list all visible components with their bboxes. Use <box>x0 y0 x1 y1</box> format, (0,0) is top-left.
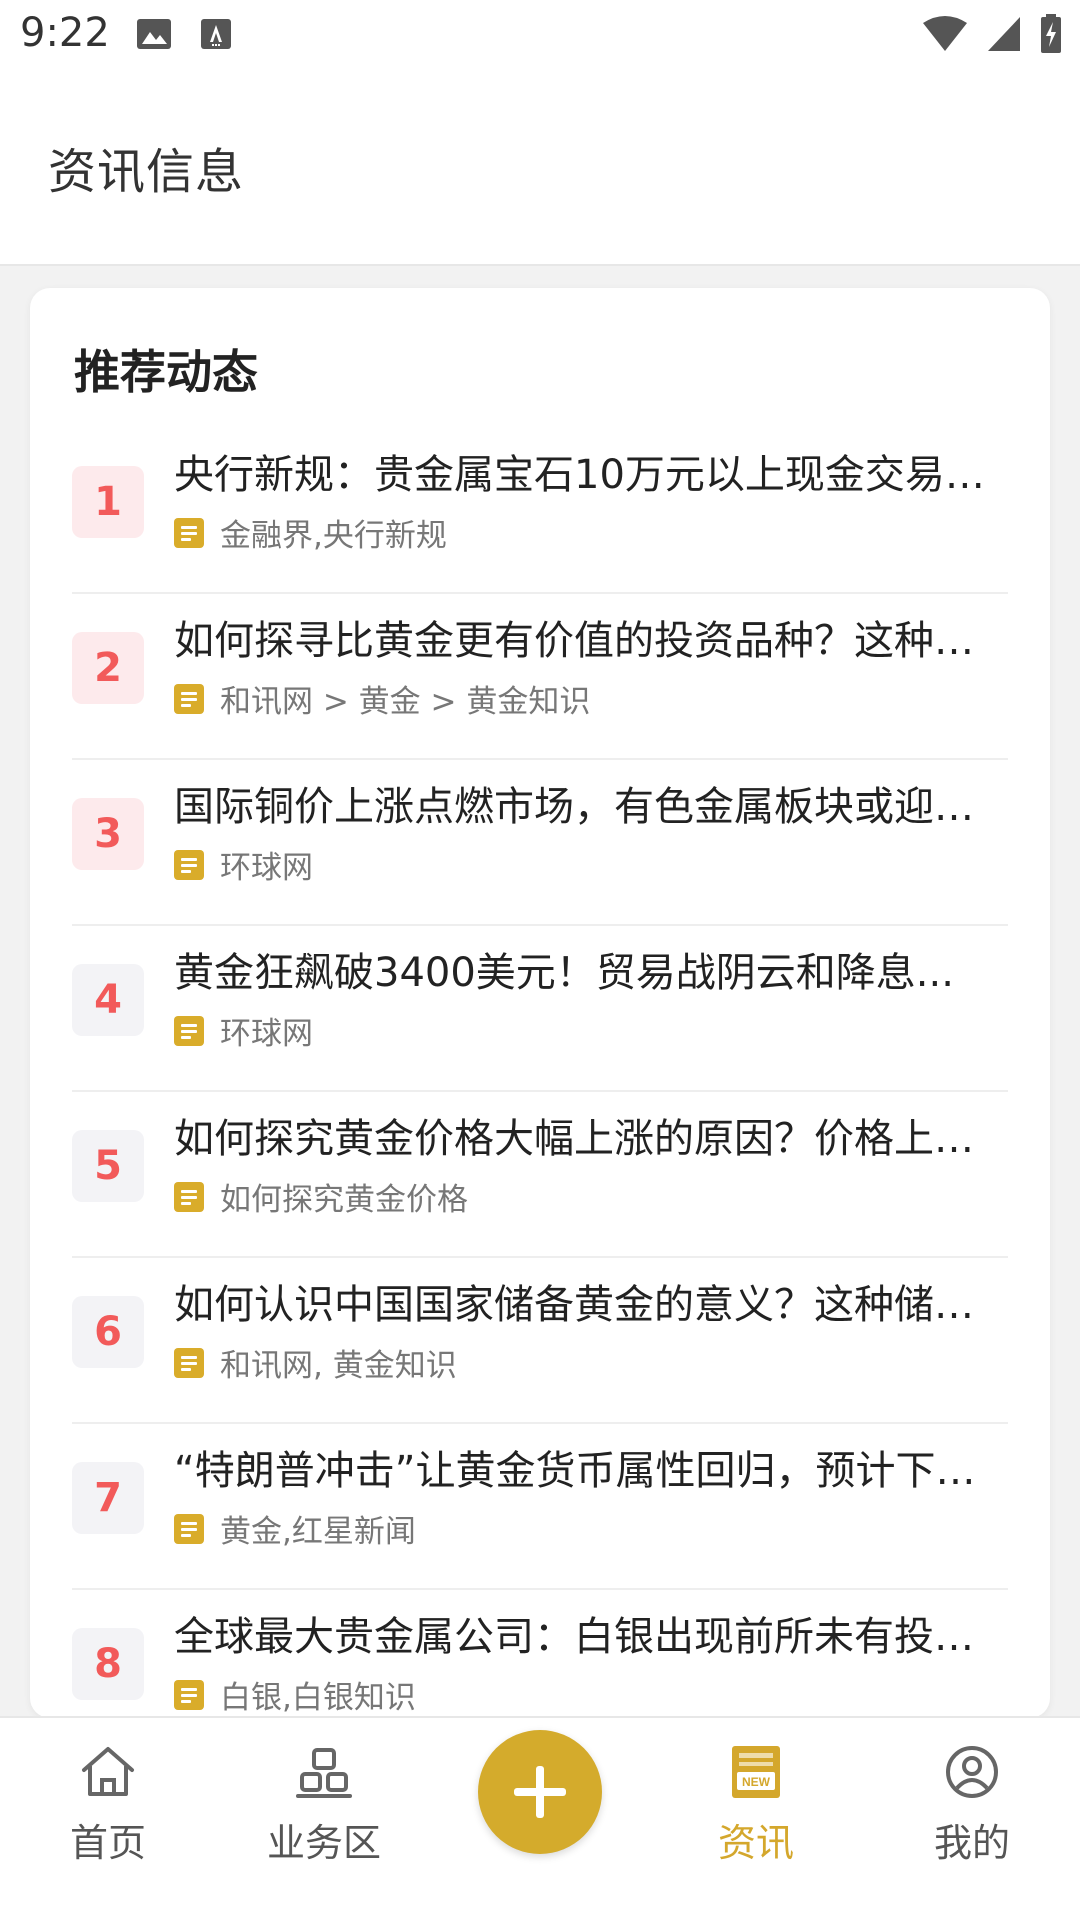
news-meta: 环球网 <box>174 842 313 887</box>
rank-badge: 4 <box>72 964 144 1036</box>
rank-badge: 2 <box>72 632 144 704</box>
user-icon <box>946 1746 998 1798</box>
tab-mine[interactable]: 我的 <box>892 1744 1052 1894</box>
news-item[interactable]: 1 央行新规：贵金属宝石10万元以上现金交易需登记金融界,央行新规 <box>72 428 1008 594</box>
tab-home[interactable]: 首页 <box>28 1744 188 1894</box>
app-header: 资讯信息 <box>0 72 1080 266</box>
bottom-tabbar: 首页 业务区 NEW 资讯 我的 <box>0 1716 1080 1922</box>
tab-business-label: 业务区 <box>266 1821 381 1865</box>
document-icon <box>174 1513 204 1544</box>
news-source: 和讯网, 黄金知识 <box>220 1348 457 1384</box>
news-item[interactable]: 5 如何探究黄金价格大幅上涨的原因？价格上涨对市场有何影响如何探究黄金价格 <box>72 1092 1008 1258</box>
page-title: 资讯信息 <box>48 144 245 200</box>
document-icon <box>174 1015 204 1046</box>
business-icon <box>296 1748 352 1798</box>
tab-home-label: 首页 <box>69 1821 146 1865</box>
tab-business[interactable]: 业务区 <box>244 1744 404 1894</box>
document-icon <box>174 849 204 880</box>
news-source: 金融界,央行新规 <box>220 518 447 554</box>
news-source: 白银,白银知识 <box>220 1680 416 1716</box>
news-meta: 如何探究黄金价格 <box>174 1174 468 1219</box>
rank-badge: 1 <box>72 466 144 538</box>
status-bar: 9:22 <box>0 0 1080 72</box>
news-meta: 和讯网 > 黄金 > 黄金知识 <box>174 676 590 721</box>
section-title: 推荐动态 <box>74 345 258 399</box>
rank-badge: 3 <box>72 798 144 870</box>
news-meta: 和讯网, 黄金知识 <box>174 1340 457 1385</box>
tab-news[interactable]: NEW 资讯 <box>676 1744 836 1894</box>
news-item[interactable]: 2 如何探寻比黄金更有价值的投资品种？这种探寻有哪些方法？ 和讯网 > 黄金 > 黄… <box>72 594 1008 760</box>
news-source: 和讯网 > 黄金 > 黄金知识 <box>220 684 591 720</box>
battery-icon <box>1041 14 1061 53</box>
rank-badge: 8 <box>72 1628 144 1700</box>
news-meta: 黄金,红星新闻 <box>174 1506 416 1551</box>
rank-badge: 5 <box>72 1130 144 1202</box>
wifi-icon <box>923 16 967 51</box>
home-icon <box>82 1747 134 1796</box>
news-meta: 金融界,央行新规 <box>174 510 447 555</box>
news-icon: NEW <box>732 1746 780 1798</box>
plus-icon <box>514 1766 566 1818</box>
news-source: 环球网 <box>220 850 313 886</box>
rank-badge: 7 <box>72 1462 144 1534</box>
news-item[interactable]: 3 国际铜价上涨点燃市场，有色金属板块或迎来新机遇环球网 <box>72 760 1008 926</box>
news-source: 如何探究黄金价格 <box>220 1182 468 1218</box>
image-icon <box>137 19 171 49</box>
news-meta: 白银,白银知识 <box>174 1672 416 1717</box>
font-icon <box>201 19 231 49</box>
news-title[interactable]: 黄金狂飙破3400美元！贸易战阴云和降息... <box>174 940 1008 998</box>
news-list: 1 央行新规：贵金属宝石10万元以上现金交易需登记金融界,央行新规 2 如何探寻比黄金… <box>72 428 1008 1718</box>
news-source: 环球网 <box>220 1016 313 1052</box>
news-title[interactable]: 全球最大贵金属公司：白银出现前所未有投资需求 <box>174 1604 1008 1662</box>
signal-icon <box>988 17 1020 51</box>
news-source: 黄金,红星新闻 <box>220 1514 416 1550</box>
tab-mine-label: 我的 <box>933 1821 1010 1865</box>
news-item[interactable]: 8 全球最大贵金属公司：白银出现前所未有投资需求白银,白银知识 <box>72 1590 1008 1718</box>
news-item[interactable]: 4 黄金狂飙破3400美元！贸易战阴云和降息... 环球网 <box>72 926 1008 1092</box>
document-icon <box>174 1679 204 1710</box>
status-time: 9:22 <box>20 10 110 56</box>
document-icon <box>174 1347 204 1378</box>
news-title[interactable]: “特朗普冲击”让黄金货币属性回归，预计下半年金价仍将走高 <box>174 1438 1008 1496</box>
document-icon <box>174 517 204 548</box>
document-icon <box>174 683 204 714</box>
tab-news-label: 资讯 <box>717 1821 794 1865</box>
news-item[interactable]: 6 如何认识中国国家储备黄金的意义？这种储备有何作用和讯网, 黄金知识 <box>72 1258 1008 1424</box>
document-icon <box>174 1181 204 1212</box>
news-meta: 环球网 <box>174 1008 313 1053</box>
add-button[interactable] <box>478 1730 602 1854</box>
rank-badge: 6 <box>72 1296 144 1368</box>
recommend-card: 推荐动态 1 央行新规：贵金属宝石10万元以上现金交易需登记金融界,央行新规 2 如何… <box>30 288 1050 1718</box>
news-item[interactable]: 7 “特朗普冲击”让黄金货币属性回归，预计下半年金价仍将走高黄金,红星新闻 <box>72 1424 1008 1590</box>
news-title[interactable]: 如何认识中国国家储备黄金的意义？这种储备有何作用 <box>174 1272 1008 1330</box>
news-title[interactable]: 国际铜价上涨点燃市场，有色金属板块或迎来新机遇 <box>174 774 1008 832</box>
news-title[interactable]: 如何探究黄金价格大幅上涨的原因？价格上涨对市场有何影响 <box>174 1106 1008 1164</box>
svg-text:NEW: NEW <box>742 1775 771 1789</box>
news-title[interactable]: 央行新规：贵金属宝石10万元以上现金交易需登记 <box>174 442 1008 500</box>
news-title[interactable]: 如何探寻比黄金更有价值的投资品种？这种探寻有哪些方法？ <box>174 608 1008 666</box>
